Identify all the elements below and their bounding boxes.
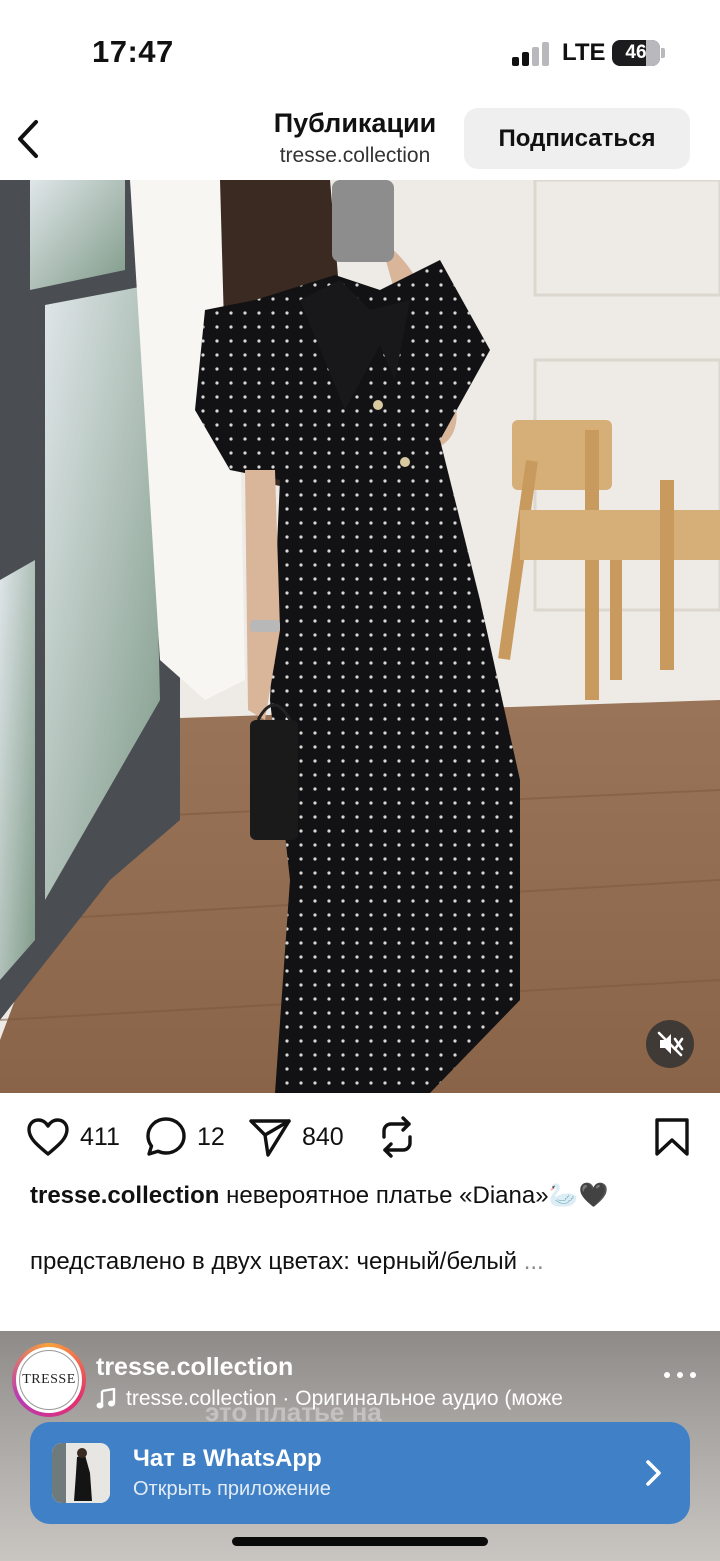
more-options-button[interactable] [660, 1365, 700, 1385]
post-photo[interactable] [0, 180, 720, 1093]
save-button[interactable] [654, 1115, 690, 1159]
back-button[interactable] [14, 118, 46, 160]
repost-button[interactable] [376, 1115, 418, 1159]
post-image [0, 180, 720, 1093]
share-count: 840 [302, 1122, 344, 1151]
header: Публикации tresse.collection Подписаться [0, 100, 720, 180]
home-indicator[interactable] [232, 1537, 488, 1546]
chevron-left-icon [18, 120, 38, 158]
audio-text: tresse.collection · Оригинальное аудио (… [126, 1387, 563, 1410]
signal-icon [512, 42, 550, 66]
dot [664, 1372, 670, 1378]
status-bar: 17:47 LTE 46 [0, 0, 720, 100]
avatar[interactable]: TRESSE [12, 1343, 86, 1417]
caption-line2-text: представлено в двух цветах: черный/белый [30, 1248, 518, 1275]
banner-title: Чат в WhatsApp [133, 1445, 322, 1472]
next-post-username[interactable]: tresse.collection [96, 1353, 293, 1382]
speaker-muted-icon [657, 1031, 684, 1057]
caption-more[interactable]: ... [524, 1248, 544, 1275]
caption-text: невероятное платье «Diana»🦢🖤 [226, 1182, 609, 1209]
battery-tip [661, 48, 665, 58]
audio-label[interactable]: tresse.collection · Оригинальное аудио (… [96, 1387, 563, 1411]
page-subtitle[interactable]: tresse.collection [255, 144, 455, 168]
comment-button[interactable]: 12 [145, 1115, 225, 1159]
battery-level: 46 [625, 42, 647, 63]
battery-icon: 46 [612, 40, 660, 66]
repost-icon [382, 1116, 412, 1158]
caption-username[interactable]: tresse.collection [30, 1182, 219, 1209]
post-actions: 411 12 840 [0, 1093, 720, 1183]
like-count: 411 [80, 1122, 120, 1151]
comment-icon [146, 1117, 186, 1156]
follow-button[interactable]: Подписаться [464, 108, 690, 169]
network-label: LTE [562, 39, 606, 66]
share-button[interactable]: 840 [248, 1115, 344, 1159]
status-time: 17:47 [92, 34, 174, 69]
bookmark-icon [655, 1118, 689, 1156]
post-caption[interactable]: tresse.collection невероятное платье «Di… [30, 1180, 700, 1212]
next-post: это платье на TRESSE tresse.collection t… [0, 1331, 720, 1561]
heart-icon [27, 1118, 69, 1156]
banner-subtitle: Открыть приложение [133, 1478, 331, 1500]
page-title: Публикации [273, 108, 437, 138]
chevron-right-icon [646, 1460, 661, 1486]
send-icon [249, 1119, 291, 1157]
banner-thumbnail [52, 1443, 110, 1503]
comment-count: 12 [197, 1122, 225, 1151]
whatsapp-banner[interactable]: Чат в WhatsApp Открыть приложение [30, 1422, 690, 1524]
dot [677, 1372, 683, 1378]
music-note-icon [96, 1388, 116, 1409]
dot [690, 1372, 696, 1378]
like-button[interactable]: 411 [26, 1115, 120, 1159]
mute-button[interactable] [646, 1020, 694, 1068]
avatar-logo-text: TRESSE [19, 1350, 79, 1410]
avatar-image: TRESSE [16, 1347, 82, 1413]
post-caption-line2[interactable]: представлено в двух цветах: черный/белый… [30, 1246, 700, 1278]
